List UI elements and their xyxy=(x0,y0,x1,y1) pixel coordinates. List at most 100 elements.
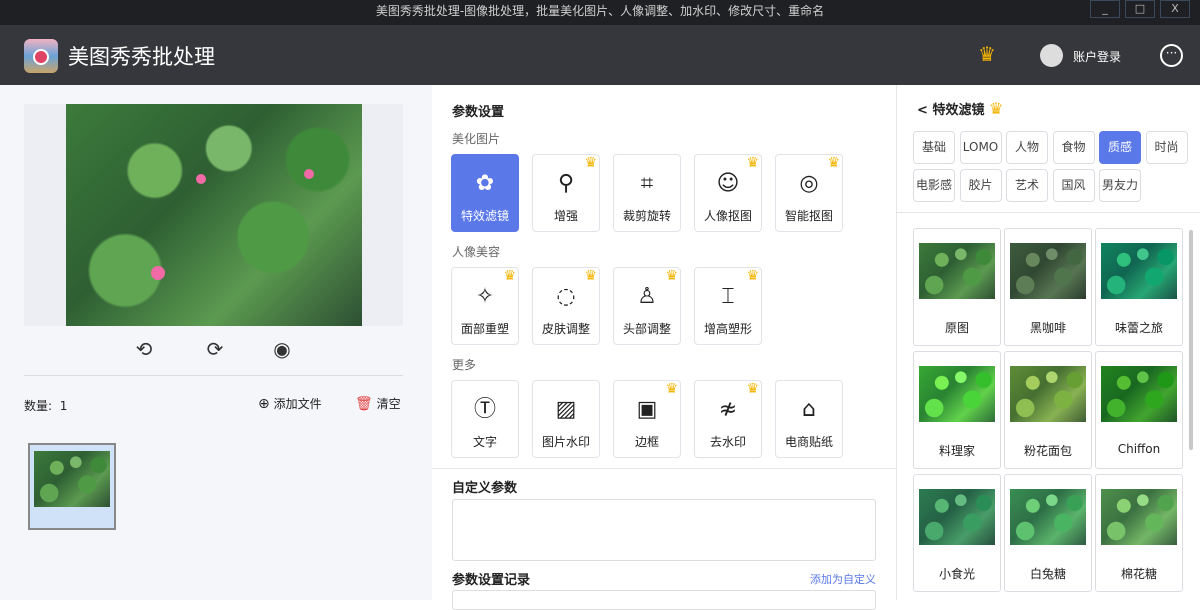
params-panel: 参数设置 美化图片 ✿ 特效滤镜 ♛ ⚲ 增强 ⌗ 裁剪旋转 ♛ ☺ 人像抠图 … xyxy=(432,85,896,610)
more-menu-button[interactable]: ··· xyxy=(1160,44,1183,67)
filter-card[interactable]: 棉花糖 xyxy=(1095,474,1183,592)
filter-category-tab[interactable]: 胶片 xyxy=(959,169,1002,202)
filter-header: < 特效滤镜 ♛ xyxy=(917,99,1003,118)
rotate-left-icon[interactable]: ⟲ xyxy=(129,337,159,363)
custom-params-title: 自定义参数 xyxy=(452,481,518,496)
maximize-button[interactable]: □ xyxy=(1125,0,1155,18)
tool-tile[interactable]: ♛ ♙ 头部调整 xyxy=(613,267,681,345)
custom-params-box[interactable] xyxy=(452,499,876,561)
window-title-bar: 美图秀秀批处理-图像批处理，批量美化图片、人像调整、加水印、修改尺寸、重命名 xyxy=(0,0,1200,25)
crown-icon: ♛ xyxy=(827,155,840,171)
filter-label: 粉花面包 xyxy=(1023,444,1072,458)
filter-category-tab[interactable]: 食物 xyxy=(1052,131,1095,164)
filter-label: 黑咖啡 xyxy=(1029,321,1066,335)
filter-category-tab[interactable]: 时尚 xyxy=(1145,131,1188,164)
filter-category-tab[interactable]: 男友力 xyxy=(1099,169,1141,202)
tool-label: 增强 xyxy=(553,209,578,223)
filter-card[interactable]: 白兔糖 xyxy=(1004,474,1092,592)
tool-tile[interactable]: Ⓣ 文字 xyxy=(451,380,519,458)
account-login-link[interactable]: 账户登录 xyxy=(1073,48,1121,65)
tool-tile[interactable]: ♛ ☺ 人像抠图 xyxy=(694,154,762,232)
add-file-button[interactable]: ⊕ 添加文件 xyxy=(258,395,322,412)
tool-label: 增高塑形 xyxy=(703,322,752,336)
history-title: 参数设置记录 xyxy=(452,573,531,588)
filter-category-tab[interactable]: 基础 xyxy=(913,131,955,164)
tool-icon: ⌶ xyxy=(721,284,735,309)
tool-tile[interactable]: ▨ 图片水印 xyxy=(532,380,600,458)
rotate-right-icon[interactable]: ⟳ xyxy=(200,337,230,363)
crown-icon: ♛ xyxy=(746,268,759,284)
filter-label: Chiffon xyxy=(1117,442,1161,456)
tool-icon: ✿ xyxy=(475,171,495,196)
filter-thumbnail xyxy=(919,489,995,545)
filter-card[interactable]: 黑咖啡 xyxy=(1004,228,1092,346)
filter-card[interactable]: Chiffon xyxy=(1095,351,1183,469)
section-label: 美化图片 xyxy=(452,132,501,146)
tool-tile[interactable]: ♛ ▣ 边框 xyxy=(613,380,681,458)
tool-tile[interactable]: ♛ ✧ 面部重塑 xyxy=(451,267,519,345)
window-title: 美图秀秀批处理-图像批处理，批量美化图片、人像调整、加水印、修改尺寸、重命名 xyxy=(375,4,825,18)
section-label: 更多 xyxy=(452,358,477,372)
tool-tile[interactable]: ✿ 特效滤镜 xyxy=(451,154,519,232)
filter-thumbnail xyxy=(919,243,995,299)
crown-icon: ♛ xyxy=(584,268,597,284)
tool-icon: ⚲ xyxy=(557,171,575,196)
preview-eye-icon[interactable]: ◉ xyxy=(267,337,297,363)
tool-icon: ⌂ xyxy=(802,397,816,422)
tool-icon: Ⓣ xyxy=(473,397,496,422)
filter-category-tab[interactable]: 国风 xyxy=(1052,169,1095,202)
minimize-button[interactable]: _ xyxy=(1090,0,1120,18)
tool-tile[interactable]: ♛ ◎ 智能抠图 xyxy=(775,154,843,232)
back-button[interactable]: < xyxy=(917,103,928,118)
filter-category-tab[interactable]: LOMO xyxy=(959,131,1002,164)
thumbnail[interactable] xyxy=(28,443,116,530)
filter-card[interactable]: 原图 xyxy=(913,228,1001,346)
add-custom-link[interactable]: 添加为自定义 xyxy=(810,571,876,587)
filter-label: 原图 xyxy=(944,321,969,335)
tool-tile[interactable]: ♛ ⚲ 增强 xyxy=(532,154,600,232)
tool-label: 边框 xyxy=(634,435,659,449)
tool-tile[interactable]: ♛ ◌ 皮肤调整 xyxy=(532,267,600,345)
tool-tile[interactable]: ♛ ≉ 去水印 xyxy=(694,380,762,458)
filter-category-tab[interactable]: 人物 xyxy=(1006,131,1048,164)
tool-tile[interactable]: ♛ ⌶ 增高塑形 xyxy=(694,267,762,345)
history-box[interactable] xyxy=(452,590,876,610)
crown-icon: ♛ xyxy=(503,268,516,284)
filter-category-tab[interactable]: 质感 xyxy=(1099,131,1141,164)
filter-card[interactable]: 小食光 xyxy=(913,474,1001,592)
filter-card[interactable]: 味蕾之旅 xyxy=(1095,228,1183,346)
image-panel: ⟲ ⟳ ◉ 数量: 1 ⊕ 添加文件 🗑 清空 xyxy=(0,85,432,600)
filter-thumbnail xyxy=(919,366,995,422)
tool-icon: ⌗ xyxy=(640,171,654,196)
vip-crown-icon[interactable]: ♛ xyxy=(978,42,996,66)
filter-category-tab[interactable]: 艺术 xyxy=(1006,169,1048,202)
tool-tile[interactable]: ⌗ 裁剪旋转 xyxy=(613,154,681,232)
scrollbar[interactable] xyxy=(1189,230,1193,450)
add-file-label: 添加文件 xyxy=(273,397,322,411)
tool-icon: ◎ xyxy=(799,171,819,196)
section-label: 人像美容 xyxy=(452,245,501,259)
plus-circle-icon: ⊕ xyxy=(258,396,270,412)
tool-icon: ▨ xyxy=(555,397,577,422)
filter-card[interactable]: 粉花面包 xyxy=(1004,351,1092,469)
filter-title: 特效滤镜 xyxy=(932,103,985,118)
app-header: 美图秀秀批处理 ♛ 账户登录 ··· xyxy=(0,25,1200,85)
crown-icon: ♛ xyxy=(584,155,597,171)
filter-category-tab[interactable]: 电影感 xyxy=(913,169,955,202)
close-button[interactable]: X xyxy=(1160,0,1190,18)
divider xyxy=(24,375,403,376)
avatar[interactable] xyxy=(1040,44,1063,67)
crown-icon: ♛ xyxy=(988,99,1004,118)
tool-label: 皮肤调整 xyxy=(541,322,590,336)
count-label: 数量: 1 xyxy=(24,397,67,414)
filter-thumbnail xyxy=(1010,243,1086,299)
filter-thumbnail xyxy=(1101,366,1177,422)
count-value: 1 xyxy=(59,399,68,413)
filter-card[interactable]: 料理家 xyxy=(913,351,1001,469)
clear-button[interactable]: 🗑 清空 xyxy=(355,395,401,412)
tool-icon: ≉ xyxy=(718,397,738,422)
crown-icon: ♛ xyxy=(665,268,678,284)
params-title: 参数设置 xyxy=(452,105,505,120)
trash-icon: 🗑 xyxy=(355,396,373,412)
tool-tile[interactable]: ⌂ 电商贴纸 xyxy=(775,380,843,458)
